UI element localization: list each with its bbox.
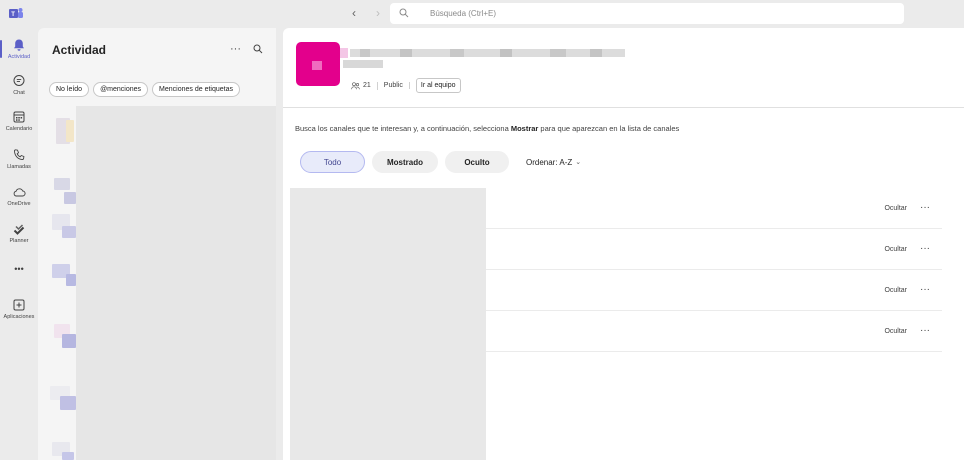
rail-item-label: Aplicaciones	[3, 314, 35, 320]
channels-instructions: Busca los canales que te interesan y, a …	[295, 124, 679, 133]
back-arrow-icon[interactable]: ‹	[347, 6, 361, 20]
rail-item-calls[interactable]: Llamadas	[0, 144, 38, 178]
blurred-avatar	[54, 178, 70, 190]
activity-feed	[38, 106, 276, 460]
search-icon[interactable]	[253, 44, 263, 54]
svg-text:T: T	[11, 12, 15, 18]
chat-icon	[13, 75, 25, 86]
feed-content-redacted	[76, 106, 276, 460]
activity-actions: ···	[230, 44, 263, 55]
search-icon	[399, 8, 409, 18]
activity-panel: Actividad ··· No leído @menciones Mencio…	[38, 28, 276, 460]
rail-item-activity[interactable]: Actividad	[0, 34, 38, 68]
history-navigation: ‹ ›	[347, 6, 385, 20]
tab-shown[interactable]: Mostrado	[372, 151, 438, 173]
forward-arrow-icon[interactable]: ›	[371, 6, 385, 20]
sort-label: Ordenar: A-Z	[526, 157, 573, 167]
blurred-avatar	[64, 192, 76, 204]
team-privacy: Public	[378, 82, 410, 89]
hide-channel-button[interactable]: Ocultar	[884, 205, 907, 212]
channel-filter-tabs: Todo Mostrado Oculto Ordenar: A-Z ⌄	[300, 151, 581, 173]
instructions-text-end: para que aparezcan en la lista de canale…	[538, 124, 680, 133]
phone-icon	[14, 149, 25, 160]
blurred-avatar	[66, 120, 74, 142]
title-bar: T ‹ ›	[0, 0, 964, 28]
team-avatar-mark	[312, 61, 322, 70]
rail-item-label: Planner	[9, 238, 29, 244]
blurred-avatar	[66, 274, 76, 286]
hide-channel-button[interactable]: Ocultar	[884, 287, 907, 294]
tab-all[interactable]: Todo	[300, 151, 365, 173]
rail-item-apps[interactable]: Aplicaciones	[0, 294, 38, 328]
tab-hidden[interactable]: Oculto	[445, 151, 509, 173]
search-box[interactable]	[390, 3, 904, 24]
hide-channel-button[interactable]: Ocultar	[884, 328, 907, 335]
rail-item-onedrive[interactable]: OneDrive	[0, 181, 38, 215]
hide-channel-button[interactable]: Ocultar	[884, 246, 907, 253]
filter-tag-mentions[interactable]: Menciones de etiquetas	[152, 82, 240, 97]
team-meta: 21 Public Ir al equipo	[351, 78, 461, 93]
filter-unread[interactable]: No leído	[49, 82, 90, 97]
more-options-icon[interactable]: ···	[920, 325, 930, 336]
more-options-icon[interactable]: ···	[920, 243, 930, 254]
instructions-text: Busca los canales que te interesan y, a …	[295, 124, 511, 133]
rail-item-chat[interactable]: Chat	[0, 70, 38, 104]
add-apps-icon	[13, 299, 25, 311]
team-members[interactable]: 21	[351, 81, 378, 90]
team-channels-page: 21 Public Ir al equipo Busca los canales…	[283, 28, 964, 460]
blurred-avatar	[62, 226, 76, 238]
team-avatar[interactable]	[296, 42, 340, 86]
sort-dropdown[interactable]: Ordenar: A-Z ⌄	[526, 158, 581, 167]
instructions-emphasis: Mostrar	[510, 124, 539, 133]
channel-row[interactable]: Ocultar ···	[486, 229, 942, 270]
channel-row[interactable]: Ocultar ···	[486, 188, 942, 229]
search-input[interactable]	[410, 9, 904, 18]
more-apps-icon: •••	[14, 264, 24, 274]
rail-item-calendar[interactable]: Calendario	[0, 106, 38, 140]
planner-icon	[13, 224, 25, 235]
members-count: 21	[363, 82, 371, 89]
rail-item-label: Actividad	[7, 54, 31, 60]
channel-row[interactable]: Ocultar ···	[486, 270, 942, 311]
people-icon	[351, 81, 360, 89]
blurred-avatar	[62, 334, 76, 348]
more-options-icon[interactable]: ···	[920, 202, 930, 213]
activity-filters: No leído @menciones Menciones de etiquet…	[49, 82, 240, 97]
more-options-icon[interactable]: ···	[230, 44, 241, 55]
go-to-team-button[interactable]: Ir al equipo	[415, 78, 461, 93]
feed-avatars-column	[38, 106, 76, 460]
rail-item-label: Calendario	[5, 126, 33, 132]
header-divider	[283, 107, 964, 108]
blurred-avatar	[60, 396, 76, 410]
rail-item-more[interactable]: •••	[0, 260, 38, 294]
filter-mentions[interactable]: @menciones	[93, 82, 149, 97]
rail-item-label: Llamadas	[7, 164, 31, 170]
channel-names-redacted	[290, 188, 486, 460]
rail-item-label: OneDrive	[7, 201, 31, 207]
calendar-icon	[13, 111, 25, 123]
channel-row[interactable]: Ocultar ···	[486, 311, 942, 352]
teams-logo-icon[interactable]: T	[8, 6, 24, 20]
team-name-redacted	[340, 48, 625, 58]
activity-title: Actividad	[52, 43, 107, 57]
team-subtitle-redacted	[343, 60, 383, 68]
bell-icon	[14, 39, 24, 51]
cloud-icon	[13, 188, 26, 197]
app-rail: Actividad Chat Calendario Llamadas OneDr…	[0, 28, 38, 460]
rail-item-planner[interactable]: Planner	[0, 218, 38, 252]
more-options-icon[interactable]: ···	[920, 284, 930, 295]
blurred-avatar	[62, 452, 74, 460]
rail-item-label: Chat	[13, 90, 25, 96]
chevron-down-icon: ⌄	[575, 159, 582, 166]
